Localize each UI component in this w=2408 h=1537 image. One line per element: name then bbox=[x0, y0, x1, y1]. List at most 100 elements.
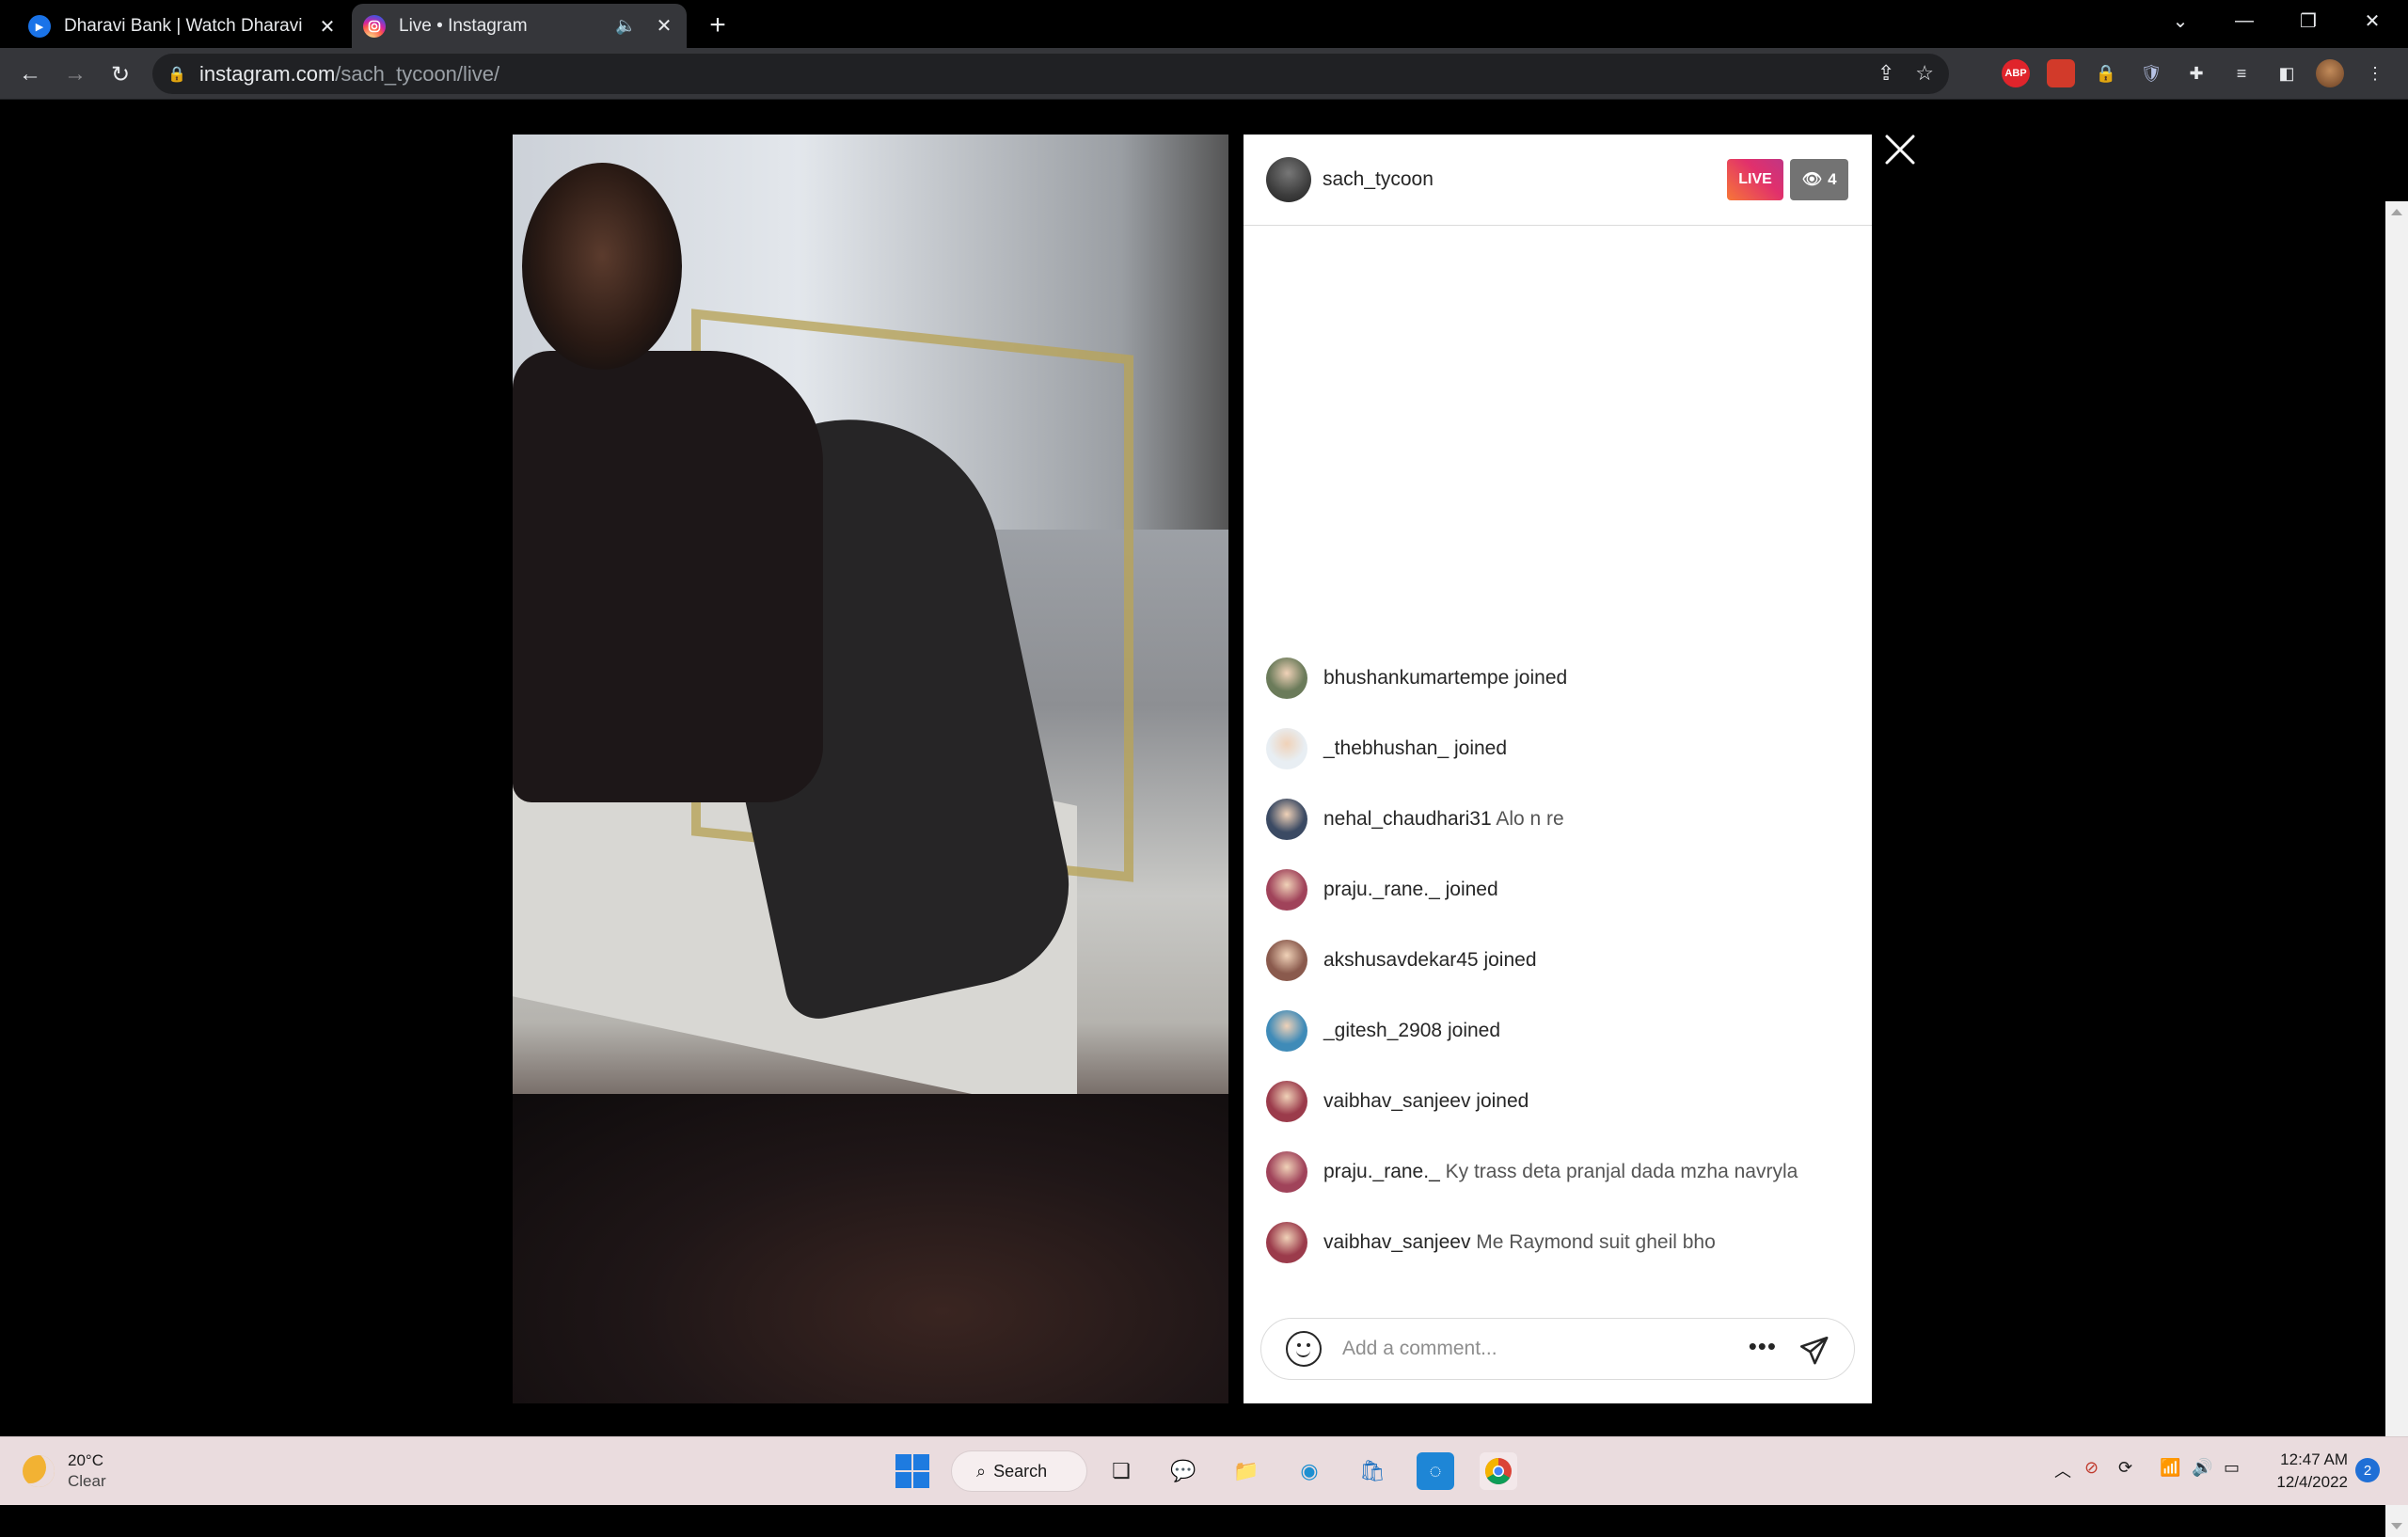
comment-text: nehal_chaudhari31 Alo n re bbox=[1323, 808, 1564, 831]
chat-icon[interactable]: 💬 bbox=[1164, 1452, 1202, 1490]
temperature: 20°C bbox=[68, 1451, 103, 1469]
send-icon[interactable] bbox=[1798, 1334, 1830, 1366]
scroll-up-icon[interactable] bbox=[2391, 209, 2402, 215]
comment-input[interactable] bbox=[1342, 1338, 1719, 1360]
volume-icon[interactable]: 🔊 bbox=[2192, 1458, 2212, 1478]
host-username[interactable]: sach_tycoon bbox=[1323, 168, 1434, 191]
store-icon[interactable]: 🛍 bbox=[1354, 1452, 1391, 1490]
host-avatar[interactable] bbox=[1266, 157, 1311, 202]
extensions-puzzle-icon[interactable]: ✚ bbox=[2182, 59, 2210, 87]
restore-icon[interactable]: ❐ bbox=[2276, 0, 2340, 41]
clock-date: 12/4/2022 bbox=[2276, 1473, 2348, 1491]
page-scrollbar[interactable] bbox=[2385, 201, 2408, 1537]
tab-search-chevron-icon[interactable]: ⌄ bbox=[2148, 0, 2212, 41]
tab-dharavi-bank[interactable]: ▶ Dharavi Bank | Watch Dharavi Bank ✕ bbox=[17, 5, 350, 48]
comment-username[interactable]: vaibhav_sanjeev bbox=[1323, 1090, 1470, 1112]
comment-username[interactable]: bhushankumartempe bbox=[1323, 667, 1509, 689]
comment-row: praju._rane._ joined bbox=[1244, 854, 1872, 925]
lock-icon[interactable]: 🔒 bbox=[167, 65, 192, 84]
extension-red-icon[interactable] bbox=[2047, 59, 2075, 87]
window-close-icon[interactable]: ✕ bbox=[2340, 0, 2404, 41]
battery-icon[interactable]: ▭ bbox=[2224, 1458, 2240, 1478]
comments-list: bhushankumartempe joined _thebhushan_ joi… bbox=[1244, 642, 1872, 1277]
commenter-avatar[interactable] bbox=[1266, 727, 1307, 769]
comment-row: bhushankumartempe joined bbox=[1244, 642, 1872, 713]
commenter-avatar[interactable] bbox=[1266, 1221, 1307, 1263]
url-path: /sach_tycoon/live/ bbox=[335, 61, 500, 86]
weather-widget[interactable]: 20°C Clear bbox=[23, 1450, 106, 1492]
close-live-icon[interactable] bbox=[1883, 133, 1917, 166]
viewer-count-badge[interactable]: 👁 4 bbox=[1790, 159, 1848, 200]
comment-username[interactable]: nehal_chaudhari31 bbox=[1323, 808, 1492, 830]
video-scene bbox=[522, 163, 682, 370]
close-tab-icon[interactable]: ✕ bbox=[653, 15, 675, 38]
extension-lock-icon[interactable]: 🔒 bbox=[2092, 59, 2120, 87]
tab-title: Dharavi Bank | Watch Dharavi Bank bbox=[64, 16, 305, 36]
speaker-icon[interactable]: 🔈 bbox=[615, 16, 638, 36]
search-label: Search bbox=[993, 1461, 1048, 1481]
comment-username[interactable]: akshusavdekar45 bbox=[1323, 949, 1479, 971]
task-view-icon[interactable]: ❏ bbox=[1102, 1452, 1140, 1490]
taskbar-search[interactable]: ⌕ Search bbox=[951, 1450, 1087, 1492]
comment-username[interactable]: _thebhushan_ bbox=[1323, 737, 1449, 759]
moon-icon bbox=[23, 1455, 55, 1487]
edge-icon[interactable]: ◉ bbox=[1291, 1452, 1328, 1490]
comment-text: _thebhushan_ joined bbox=[1323, 737, 1507, 760]
scroll-down-icon[interactable] bbox=[2391, 1523, 2402, 1529]
comment-username[interactable]: _gitesh_2908 bbox=[1323, 1020, 1442, 1041]
profile-avatar[interactable] bbox=[2316, 59, 2344, 87]
side-panel-icon[interactable]: ◧ bbox=[2273, 59, 2301, 87]
security-alert-icon[interactable]: ⊘ bbox=[2084, 1458, 2099, 1478]
sync-icon[interactable]: ⟳ bbox=[2118, 1458, 2132, 1478]
reload-icon[interactable]: ↻ bbox=[103, 57, 137, 91]
menu-kebab-icon[interactable]: ⋮ bbox=[2361, 59, 2389, 87]
commenter-avatar[interactable] bbox=[1266, 868, 1307, 911]
url-text[interactable]: instagram.com/sach_tycoon/live/ bbox=[199, 62, 499, 87]
share-icon[interactable]: ⇪ bbox=[1877, 61, 1894, 86]
search-icon: ⌕ bbox=[976, 1461, 987, 1481]
comment-message: Ky trass deta pranjal dada mzha navryla bbox=[1445, 1160, 1798, 1182]
tab-strip: ▶ Dharavi Bank | Watch Dharavi Bank ✕ Li… bbox=[0, 0, 2408, 48]
tab-instagram-live[interactable]: Live • Instagram 🔈 ✕ bbox=[352, 4, 687, 48]
system-clock[interactable]: 12:47 AM 12/4/2022 bbox=[2267, 1449, 2348, 1494]
comment-username[interactable]: praju._rane._ bbox=[1323, 1161, 1440, 1182]
windows-logo-icon bbox=[895, 1454, 929, 1488]
commenter-avatar[interactable] bbox=[1266, 939, 1307, 981]
windows-taskbar: 20°C Clear ⌕ Search ❏ 💬 📁 ◉ 🛍 ◌ ︿ ⊘ ⟳ 📶 … bbox=[0, 1436, 2408, 1505]
file-explorer-icon[interactable]: 📁 bbox=[1228, 1452, 1265, 1490]
comment-message: joined bbox=[1453, 737, 1508, 759]
start-button[interactable] bbox=[894, 1452, 931, 1490]
chevron-up-icon[interactable]: ︿ bbox=[2054, 1458, 2071, 1482]
comment-text: bhushankumartempe joined bbox=[1323, 667, 1567, 689]
comment-text: akshusavdekar45 joined bbox=[1323, 949, 1537, 972]
address-bar[interactable]: 🔒 instagram.com/sach_tycoon/live/ ⇪ ☆ bbox=[152, 54, 1949, 94]
live-video[interactable] bbox=[513, 135, 1228, 1403]
comment-username[interactable]: vaibhav_sanjeev bbox=[1323, 1231, 1470, 1253]
shield-icon[interactable]: 🛡 bbox=[2137, 59, 2165, 87]
commenter-avatar[interactable] bbox=[1266, 1080, 1307, 1122]
comment-row: nehal_chaudhari31 Alo n re bbox=[1244, 784, 1872, 854]
chrome-icon[interactable] bbox=[1480, 1452, 1517, 1490]
app-icon[interactable]: ◌ bbox=[1417, 1452, 1454, 1490]
media-queue-icon[interactable]: ≡ bbox=[2227, 59, 2256, 87]
back-arrow-icon[interactable]: ← bbox=[13, 57, 47, 91]
minimize-icon[interactable]: — bbox=[2212, 0, 2276, 41]
close-tab-icon[interactable]: ✕ bbox=[316, 15, 339, 38]
commenter-avatar[interactable] bbox=[1266, 1009, 1307, 1052]
video-scene bbox=[513, 1094, 1228, 1403]
more-options-icon[interactable]: ••• bbox=[1749, 1332, 1777, 1361]
comment-message: Me Raymond suit gheil bho bbox=[1476, 1230, 1716, 1253]
forward-arrow-icon[interactable]: → bbox=[58, 57, 92, 91]
adblock-plus-icon[interactable]: ABP bbox=[2002, 59, 2030, 87]
emoji-icon[interactable] bbox=[1286, 1331, 1322, 1367]
commenter-avatar[interactable] bbox=[1266, 798, 1307, 840]
wifi-icon[interactable]: 📶 bbox=[2160, 1458, 2180, 1478]
comment-text: vaibhav_sanjeev Me Raymond suit gheil bh… bbox=[1323, 1231, 1716, 1254]
comment-text: praju._rane._ Ky trass deta pranjal dada… bbox=[1323, 1161, 1798, 1183]
comment-username[interactable]: praju._rane._ bbox=[1323, 879, 1440, 900]
bookmark-star-icon[interactable]: ☆ bbox=[1915, 61, 1934, 86]
notification-badge[interactable]: 2 bbox=[2355, 1458, 2380, 1482]
commenter-avatar[interactable] bbox=[1266, 657, 1307, 699]
new-tab-button[interactable]: + bbox=[702, 9, 734, 41]
commenter-avatar[interactable] bbox=[1266, 1150, 1307, 1193]
